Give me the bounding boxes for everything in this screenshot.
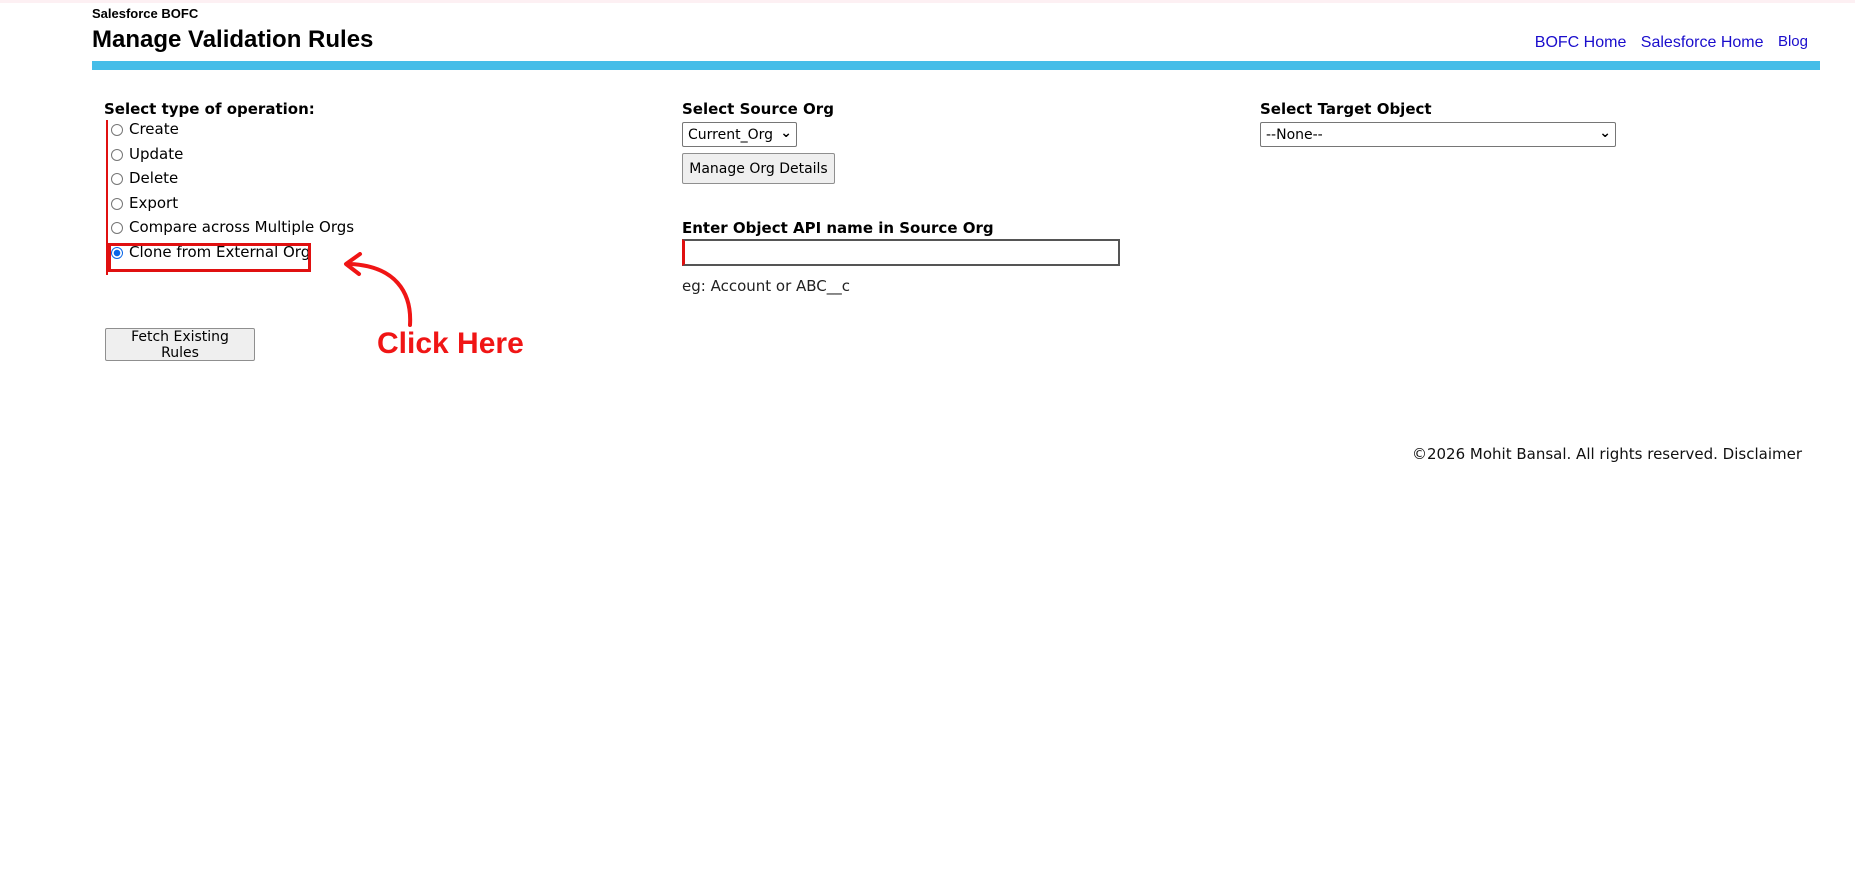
chevron-down-icon: ⌄ [1599, 125, 1611, 141]
source-org-label: Select Source Org [682, 100, 834, 118]
target-object-selected-value: --None-- [1266, 126, 1323, 143]
page: Salesforce BOFC Manage Validation Rules … [0, 0, 1855, 870]
radio-label: Compare across Multiple Orgs [129, 218, 355, 236]
radio-label: Update [129, 144, 184, 163]
object-api-hint: eg: Account or ABC__c [682, 277, 851, 295]
nav-link-blog[interactable]: Blog [1778, 33, 1808, 50]
radio-label: Delete [129, 169, 179, 187]
click-here-annotation: Click Here [377, 327, 524, 360]
top-nav: BOFC Home Salesforce Home Blog [1525, 33, 1808, 52]
page-title: Manage Validation Rules [92, 26, 374, 53]
nav-link-bofc-home[interactable]: BOFC Home [1535, 34, 1627, 51]
source-org-select[interactable]: Current_Org ⌄ [682, 122, 797, 147]
radio-label: Create [129, 120, 179, 138]
radio-button-icon[interactable] [111, 197, 123, 210]
target-object-label: Select Target Object [1260, 100, 1432, 118]
radio-button-icon[interactable] [111, 222, 123, 234]
radio-button-icon[interactable] [111, 124, 123, 136]
app-name: Salesforce BOFC [92, 6, 199, 21]
footer-copyright: ©2026 Mohit Bansal. All rights reserved.… [1411, 445, 1802, 463]
object-api-label: Enter Object API name in Source Org [682, 219, 994, 237]
curved-arrow-icon [344, 252, 413, 327]
highlight-box [108, 243, 311, 272]
radio-label: Export [129, 193, 179, 212]
radio-button-icon[interactable] [111, 148, 123, 161]
source-org-selected-value: Current_Org [688, 126, 773, 143]
top-border [0, 0, 1855, 3]
chevron-down-icon: ⌄ [780, 125, 792, 141]
object-api-input[interactable] [682, 239, 1120, 266]
manage-org-details-button[interactable]: Manage Org Details [682, 153, 835, 184]
target-object-select[interactable]: --None-- ⌄ [1260, 122, 1616, 147]
header-bar [92, 61, 1820, 70]
radio-button-icon[interactable] [111, 173, 123, 185]
fetch-existing-rules-button[interactable]: Fetch Existing Rules [105, 328, 255, 361]
nav-link-salesforce-home[interactable]: Salesforce Home [1641, 34, 1764, 51]
